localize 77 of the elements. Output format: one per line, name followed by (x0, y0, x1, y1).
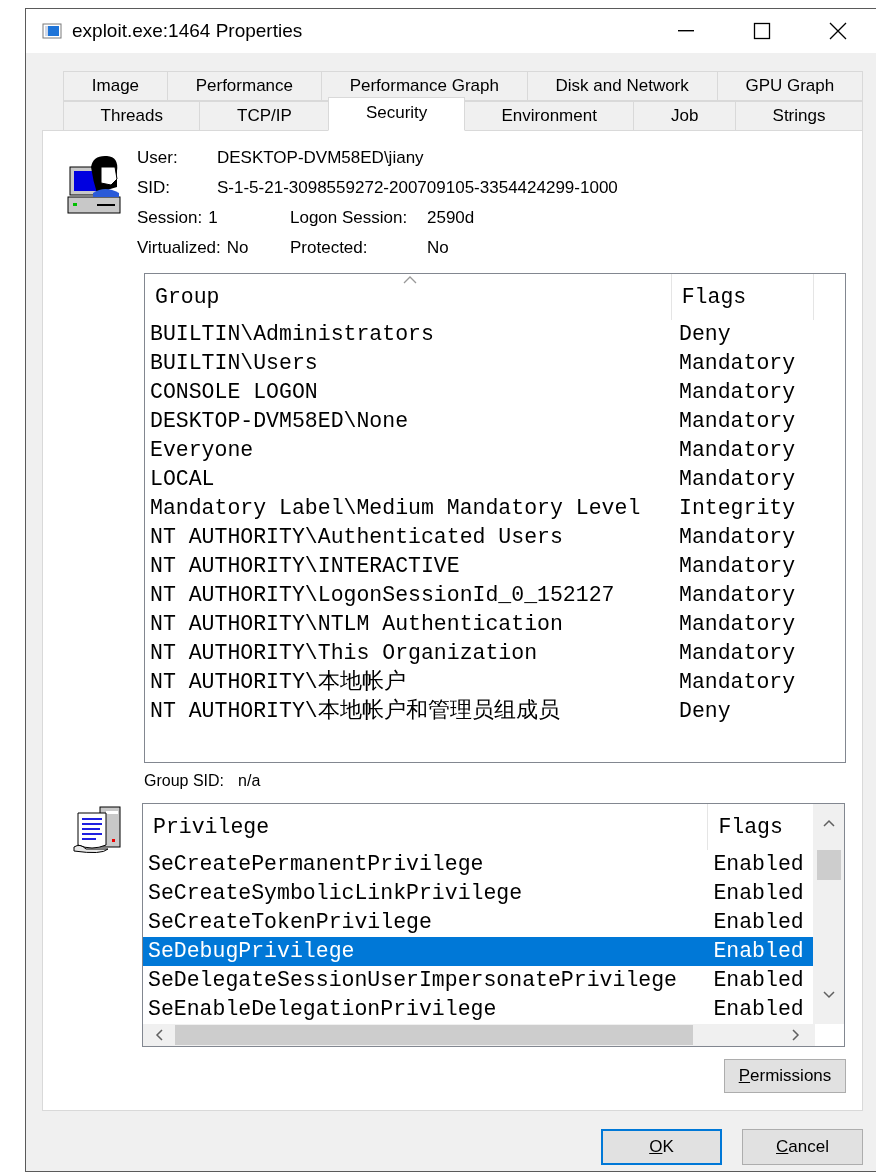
field-label: User: (137, 147, 179, 170)
list-row[interactable]: SeEnableDelegationPrivilege Enabled (143, 995, 814, 1024)
table-cell-text: Mandatory (678, 437, 797, 464)
horizontal-scrollbar[interactable] (143, 1024, 815, 1046)
scroll-up-icon (821, 818, 836, 828)
table-cell-text: NT AUTHORITY\NTLM Authentication (149, 611, 564, 638)
table-cell-text: NT AUTHORITY\INTERACTIVE (149, 553, 461, 580)
tab[interactable]: Threads (63, 101, 201, 131)
table-cell-text: Mandatory Label\Medium Mandatory Level (149, 495, 642, 522)
table-cell-text: Mandatory (678, 350, 797, 377)
minimize-icon (678, 30, 694, 32)
column-header[interactable]: Privilege (143, 804, 709, 850)
list-row[interactable]: SeCreateTokenPrivilege Enabled (143, 908, 814, 937)
table-cell-text: Mandatory (678, 524, 797, 551)
table-cell-text: Deny (678, 321, 732, 348)
field-value: No (226, 237, 249, 260)
field-value: n/a (238, 771, 261, 791)
table-cell-text: Mandatory (678, 640, 797, 667)
table-cell-text: Mandatory (678, 379, 797, 406)
field-label: Session: (137, 207, 203, 230)
field-value: 1 (208, 207, 218, 230)
list-row[interactable]: SeDebugPrivilege Enabled (143, 937, 814, 966)
scrollbar-thumb[interactable] (175, 1025, 693, 1045)
close-icon (829, 22, 847, 40)
dialog-button[interactable]: Cancel (742, 1129, 863, 1165)
scroll-server-icon (72, 803, 124, 855)
field-label: Virtualized: (137, 237, 221, 260)
table-cell-text: Everyone (149, 437, 255, 464)
field-label: Group SID: (144, 771, 225, 791)
tab[interactable]: Strings (735, 101, 864, 131)
scroll-right-icon (791, 1028, 801, 1042)
table-cell-text: Deny (678, 698, 732, 725)
tab[interactable]: Security (328, 97, 465, 131)
table-cell-text: Mandatory (678, 611, 797, 638)
table-cell-text: Mandatory (678, 582, 797, 609)
table-cell-text: Integrity (678, 495, 797, 522)
app-icon (42, 22, 62, 40)
maximize-icon (753, 22, 771, 40)
tab[interactable]: Image (63, 71, 168, 101)
table-cell-text: NT AUTHORITY\本地帐户 (149, 668, 407, 696)
tab[interactable]: Disk and Network (526, 71, 718, 101)
list-row[interactable]: SeCreateSymbolicLinkPrivilege Enabled (143, 879, 814, 908)
table-cell-text: Mandatory (678, 669, 797, 696)
field-label: Logon Session: (290, 207, 409, 230)
column-header[interactable]: Flags (671, 274, 815, 320)
field-label: SID: (137, 177, 172, 200)
column-header[interactable]: Flags (708, 804, 814, 850)
list-row[interactable]: SeCreatePermanentPrivilege Enabled (143, 850, 814, 879)
dialog-button[interactable]: OK (601, 1129, 722, 1165)
table-cell-text: Mandatory (678, 408, 797, 435)
table-cell-text: BUILTIN\Users (149, 350, 319, 377)
window-title: exploit.exe:1464 Properties (72, 18, 304, 43)
table-cell-text: Mandatory (678, 553, 797, 580)
tab[interactable]: Performance Graph (320, 71, 528, 101)
table-cell-text: BUILTIN\Administrators (149, 321, 435, 348)
tab[interactable]: GPU Graph (716, 71, 864, 101)
field-label: Protected: (290, 237, 369, 260)
table-cell-text: NT AUTHORITY\本地帐户和管理员组成员 (149, 697, 561, 725)
table-cell-text: CONSOLE LOGON (149, 379, 319, 406)
vertical-scrollbar[interactable] (813, 804, 844, 1024)
table-cell-text: DESKTOP-DVM58ED\None (149, 408, 410, 435)
scroll-left-icon (154, 1028, 164, 1042)
field-value: DESKTOP-DVM58ED\jiany (217, 147, 424, 170)
table-cell-text: NT AUTHORITY\This Organization (149, 640, 539, 667)
field-value: 2590d (427, 207, 475, 230)
column-header[interactable]: Group (145, 274, 672, 320)
scroll-down-icon (821, 990, 836, 1000)
table-cell-text: NT AUTHORITY\Authenticated Users (149, 524, 564, 551)
table-cell-text: NT AUTHORITY\LogonSessionId_0_152127 (149, 582, 616, 609)
list-row[interactable]: SeDelegateSessionUserImpersonatePrivilege Enabled (143, 966, 814, 995)
field-value: No (427, 237, 449, 260)
table-cell-text: LOCAL (149, 466, 216, 493)
table-cell-text: Mandatory (678, 466, 797, 493)
field-value: S-1-5-21-3098559272-200709105-3354424299-1000 (217, 177, 618, 200)
tab[interactable]: Performance (166, 71, 322, 101)
permissions-button[interactable]: Permissions (724, 1059, 846, 1093)
scrollbar-thumb[interactable] (816, 850, 841, 880)
